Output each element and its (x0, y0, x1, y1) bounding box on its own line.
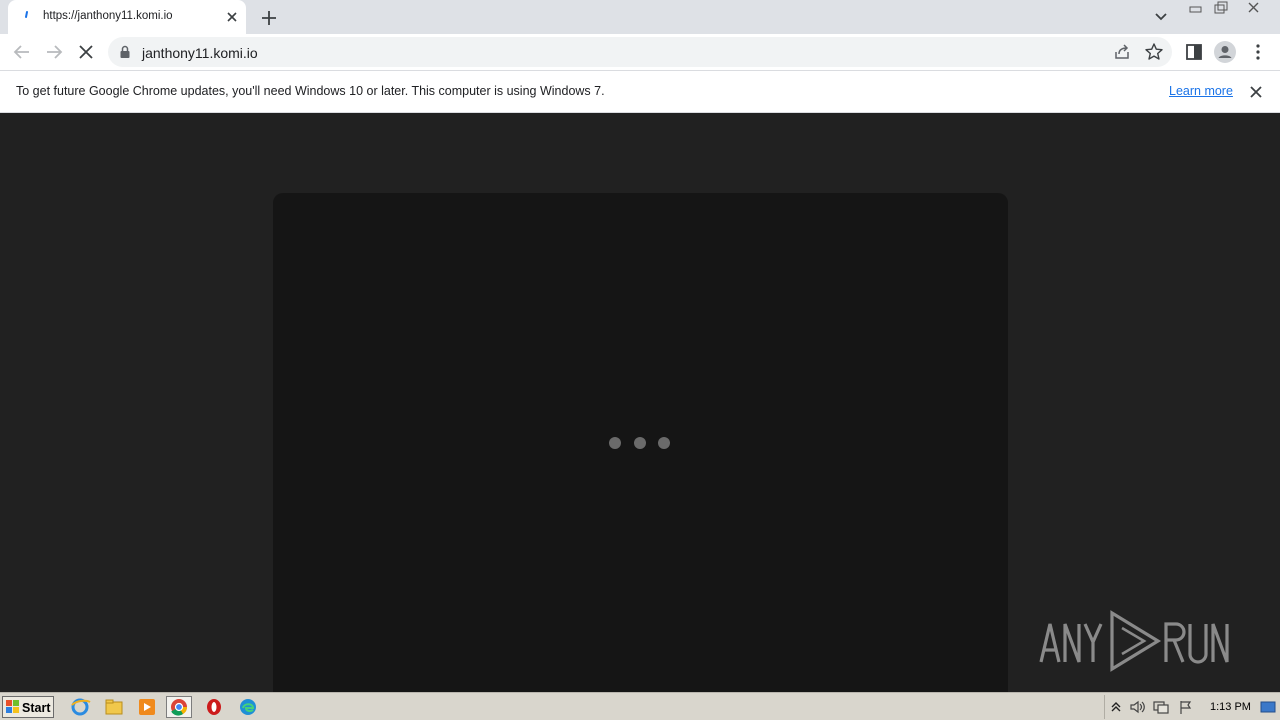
chrome-icon (171, 699, 188, 716)
stop-loading-icon[interactable] (74, 40, 98, 64)
loading-dot (658, 437, 670, 449)
tab-title: https://janthony11.komi.io (43, 10, 173, 22)
window-restore-icon[interactable] (1209, 0, 1233, 18)
tab-close-icon[interactable] (224, 9, 240, 25)
side-panel-icon[interactable] (1182, 40, 1206, 64)
anyrun-watermark-logo (1039, 610, 1229, 672)
loading-card (273, 193, 1008, 692)
new-tab-icon[interactable] (258, 7, 280, 29)
start-button[interactable]: Start (2, 696, 54, 718)
loading-favicon-icon (25, 11, 28, 18)
volume-icon[interactable] (1129, 699, 1147, 715)
tab-strip: https://janthony11.komi.io (0, 0, 1280, 34)
media-player-icon[interactable] (134, 696, 160, 718)
infobar-close-icon[interactable] (1247, 83, 1265, 101)
tab-search-chevron-icon[interactable] (1151, 8, 1171, 26)
loading-dot (634, 437, 646, 449)
edge-icon[interactable] (235, 696, 261, 718)
tab-active[interactable]: https://janthony11.komi.io (8, 0, 246, 34)
infobar-message: To get future Google Chrome updates, you… (16, 84, 605, 98)
lock-icon[interactable] (119, 45, 131, 59)
profile-avatar-icon[interactable] (1213, 40, 1237, 64)
menu-kebab-icon[interactable] (1246, 40, 1270, 64)
tray-expand-icon[interactable] (1110, 700, 1122, 714)
address-bar[interactable]: janthony11.komi.io (108, 37, 1172, 67)
chrome-taskbar-button[interactable] (166, 696, 192, 718)
opera-icon[interactable] (201, 696, 227, 718)
clock[interactable]: 1:13 PM (1210, 701, 1251, 713)
url-text[interactable]: janthony11.komi.io (142, 45, 258, 61)
system-tray: 1:13 PM (1104, 695, 1278, 719)
loading-dot (609, 437, 621, 449)
window-minimize-icon[interactable] (1184, 0, 1208, 18)
forward-icon[interactable] (42, 40, 66, 64)
action-center-flag-icon[interactable] (1177, 699, 1195, 715)
ie-icon[interactable] (67, 696, 93, 718)
windows-taskbar: Start 1:13 PM (0, 692, 1280, 720)
bookmark-star-icon[interactable] (1143, 41, 1165, 63)
start-label: Start (22, 701, 51, 715)
explorer-icon[interactable] (101, 696, 127, 718)
page-viewport (0, 113, 1280, 692)
learn-more-link[interactable]: Learn more (1169, 84, 1233, 98)
update-infobar: To get future Google Chrome updates, you… (0, 71, 1280, 113)
windows-flag-icon (6, 700, 19, 713)
browser-toolbar: janthony11.komi.io (0, 34, 1280, 71)
window-close-icon[interactable] (1234, 0, 1274, 18)
network-icon[interactable] (1152, 699, 1170, 715)
back-icon[interactable] (10, 40, 34, 64)
share-icon[interactable] (1111, 41, 1133, 63)
show-desktop-icon[interactable] (1260, 700, 1276, 714)
